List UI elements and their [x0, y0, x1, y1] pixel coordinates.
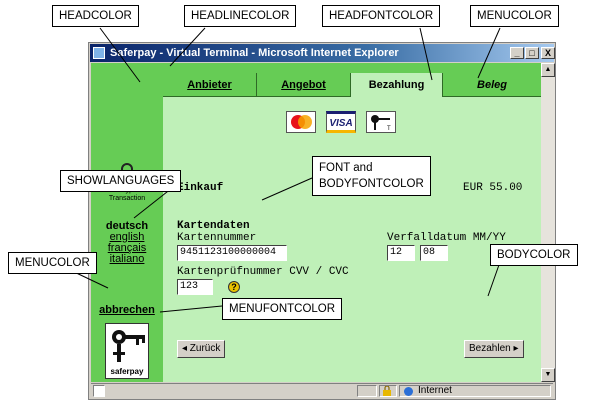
callout-bodycolor: BODYCOLOR: [490, 244, 578, 266]
callout-font-line1: FONT and: [319, 162, 373, 174]
callout-showlanguages: SHOWLANGUAGES: [60, 170, 182, 192]
callout-headlinecolor: HEADLINECOLOR: [184, 5, 297, 27]
leader-font: [261, 177, 313, 201]
callout-font: FONT and BODYFONTCOLOR: [312, 156, 431, 196]
callout-leaders: [69, 27, 501, 313]
callout-menucolor-top: MENUCOLOR: [470, 5, 559, 27]
callout-headfontcolor: HEADFONTCOLOR: [322, 5, 441, 27]
callout-font-line2: BODYFONTCOLOR: [319, 178, 424, 190]
leader-bodycolor: [487, 261, 501, 297]
leader-menufontcolor: [159, 305, 223, 313]
leader-headfontcolor: [419, 27, 433, 81]
leader-menucolor-top: [477, 27, 501, 79]
leader-headcolor: [99, 27, 141, 83]
leader-showlanguages: [133, 187, 173, 219]
leader-headlinecolor: [169, 27, 206, 67]
callout-headcolor: HEADCOLOR: [52, 5, 139, 27]
callout-menufontcolor: MENUFONTCOLOR: [222, 298, 343, 320]
callout-menucolor-left: MENUCOLOR: [8, 252, 97, 274]
